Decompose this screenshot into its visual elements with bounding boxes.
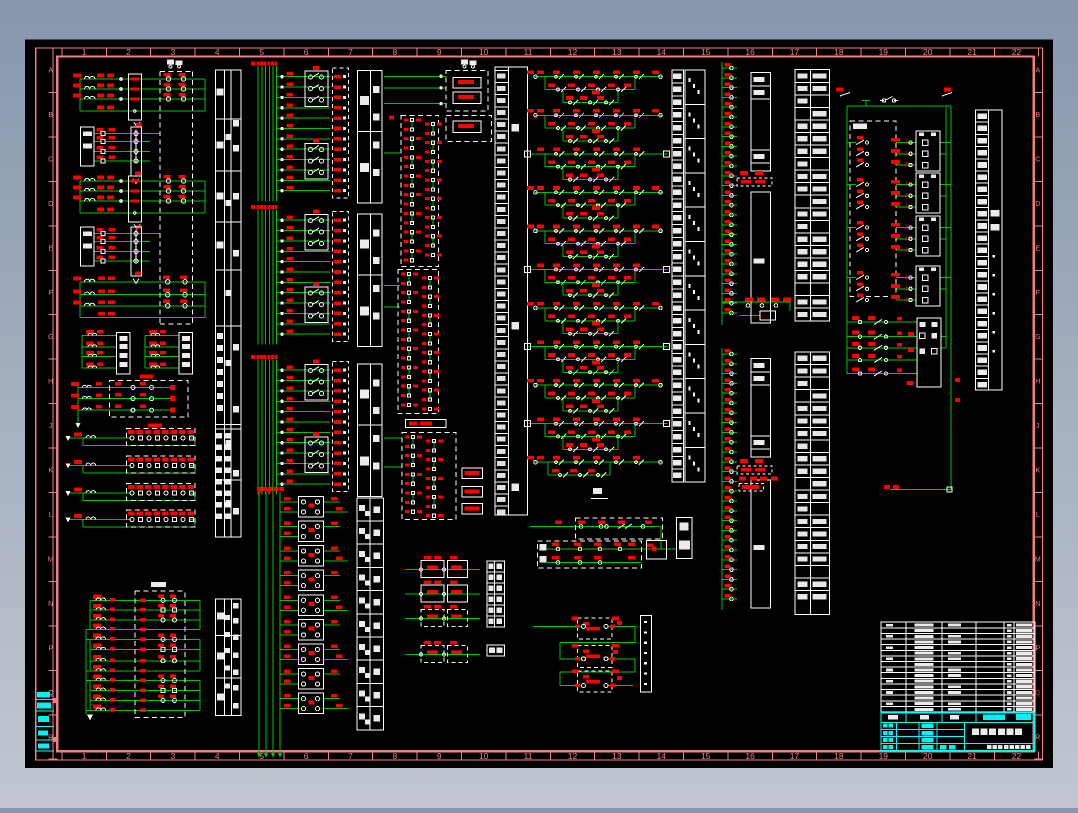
svg-text:F: F — [1036, 290, 1040, 297]
svg-text:13: 13 — [612, 751, 622, 761]
svg-text:R: R — [48, 734, 53, 741]
svg-text:7: 7 — [348, 751, 353, 761]
svg-text:7: 7 — [348, 47, 353, 57]
svg-text:17: 17 — [790, 751, 800, 761]
svg-text:J: J — [49, 423, 53, 430]
svg-text:B: B — [48, 112, 53, 119]
svg-text:9: 9 — [437, 47, 442, 57]
svg-text:L: L — [49, 512, 53, 519]
svg-text:P: P — [48, 645, 53, 652]
svg-text:3: 3 — [171, 751, 176, 761]
svg-text:H: H — [1035, 379, 1040, 386]
svg-text:9: 9 — [437, 751, 442, 761]
svg-text:J: J — [905, 298, 908, 304]
svg-text:M: M — [48, 556, 54, 563]
svg-text:19: 19 — [879, 47, 889, 57]
svg-text:4: 4 — [215, 47, 220, 57]
svg-text:1: 1 — [82, 751, 87, 761]
svg-text:13: 13 — [612, 47, 622, 57]
svg-text:14: 14 — [657, 751, 667, 761]
svg-text:6: 6 — [304, 751, 309, 761]
svg-text:G: G — [1035, 334, 1040, 341]
svg-text:M: M — [1035, 556, 1041, 563]
svg-text:15: 15 — [701, 47, 711, 57]
svg-text:18: 18 — [834, 47, 844, 57]
svg-text:J: J — [905, 140, 908, 146]
svg-text:Q: Q — [1035, 690, 1041, 697]
svg-text:16: 16 — [745, 751, 755, 761]
svg-text:6: 6 — [304, 47, 309, 57]
svg-text:8: 8 — [393, 47, 398, 57]
svg-text:J: J — [1036, 423, 1040, 430]
svg-text:K: K — [1035, 468, 1040, 475]
svg-text:5: 5 — [259, 751, 264, 761]
svg-text:J: J — [905, 275, 908, 281]
svg-text:5: 5 — [259, 47, 264, 57]
svg-text:19: 19 — [879, 751, 889, 761]
svg-text:N: N — [1035, 601, 1040, 608]
svg-text:J: J — [905, 248, 908, 254]
svg-text:K: K — [48, 468, 53, 475]
svg-text:D: D — [48, 201, 53, 208]
svg-text:J: J — [905, 205, 908, 211]
svg-text:21: 21 — [967, 47, 977, 57]
svg-text:J: J — [905, 151, 908, 157]
svg-text:4: 4 — [215, 751, 220, 761]
svg-text:12: 12 — [568, 751, 578, 761]
svg-text:17: 17 — [790, 47, 800, 57]
svg-text:J: J — [905, 163, 908, 169]
svg-text:10: 10 — [479, 751, 489, 761]
svg-text:11: 11 — [524, 47, 533, 57]
svg-text:J: J — [905, 193, 908, 199]
svg-text:F: F — [49, 290, 53, 297]
svg-text:8: 8 — [393, 751, 398, 761]
svg-text:18: 18 — [834, 751, 844, 761]
svg-text:N: N — [48, 601, 53, 608]
svg-text:2: 2 — [126, 47, 131, 57]
svg-text:10: 10 — [479, 47, 489, 57]
svg-text:20: 20 — [923, 751, 933, 761]
svg-text:16: 16 — [745, 47, 755, 57]
svg-text:22: 22 — [1012, 47, 1022, 57]
svg-text:J: J — [905, 286, 908, 292]
svg-text:15: 15 — [701, 751, 711, 761]
svg-text:G: G — [48, 334, 53, 341]
svg-text:E: E — [1035, 245, 1040, 252]
svg-text:1: 1 — [82, 47, 87, 57]
svg-text:R: R — [1035, 734, 1040, 741]
svg-text:J: J — [905, 182, 908, 188]
svg-text:E: E — [48, 245, 53, 252]
svg-text:21: 21 — [967, 751, 977, 761]
svg-text:C: C — [1035, 156, 1040, 163]
svg-text:H: H — [48, 379, 53, 386]
svg-text:J: J — [905, 225, 908, 231]
svg-text:L: L — [1036, 512, 1040, 519]
svg-text:B: B — [1035, 112, 1040, 119]
svg-text:D: D — [1035, 201, 1040, 208]
svg-text:J: J — [905, 236, 908, 242]
svg-text:P: P — [1035, 645, 1040, 652]
svg-text:11: 11 — [524, 751, 533, 761]
svg-text:A: A — [48, 68, 53, 75]
svg-text:20: 20 — [923, 47, 933, 57]
svg-text:2: 2 — [126, 751, 131, 761]
svg-text:3: 3 — [171, 47, 176, 57]
svg-text:12: 12 — [568, 47, 578, 57]
svg-text:22: 22 — [1012, 751, 1022, 761]
svg-text:14: 14 — [657, 47, 667, 57]
svg-text:C: C — [48, 156, 53, 163]
svg-text:A: A — [1035, 68, 1040, 75]
